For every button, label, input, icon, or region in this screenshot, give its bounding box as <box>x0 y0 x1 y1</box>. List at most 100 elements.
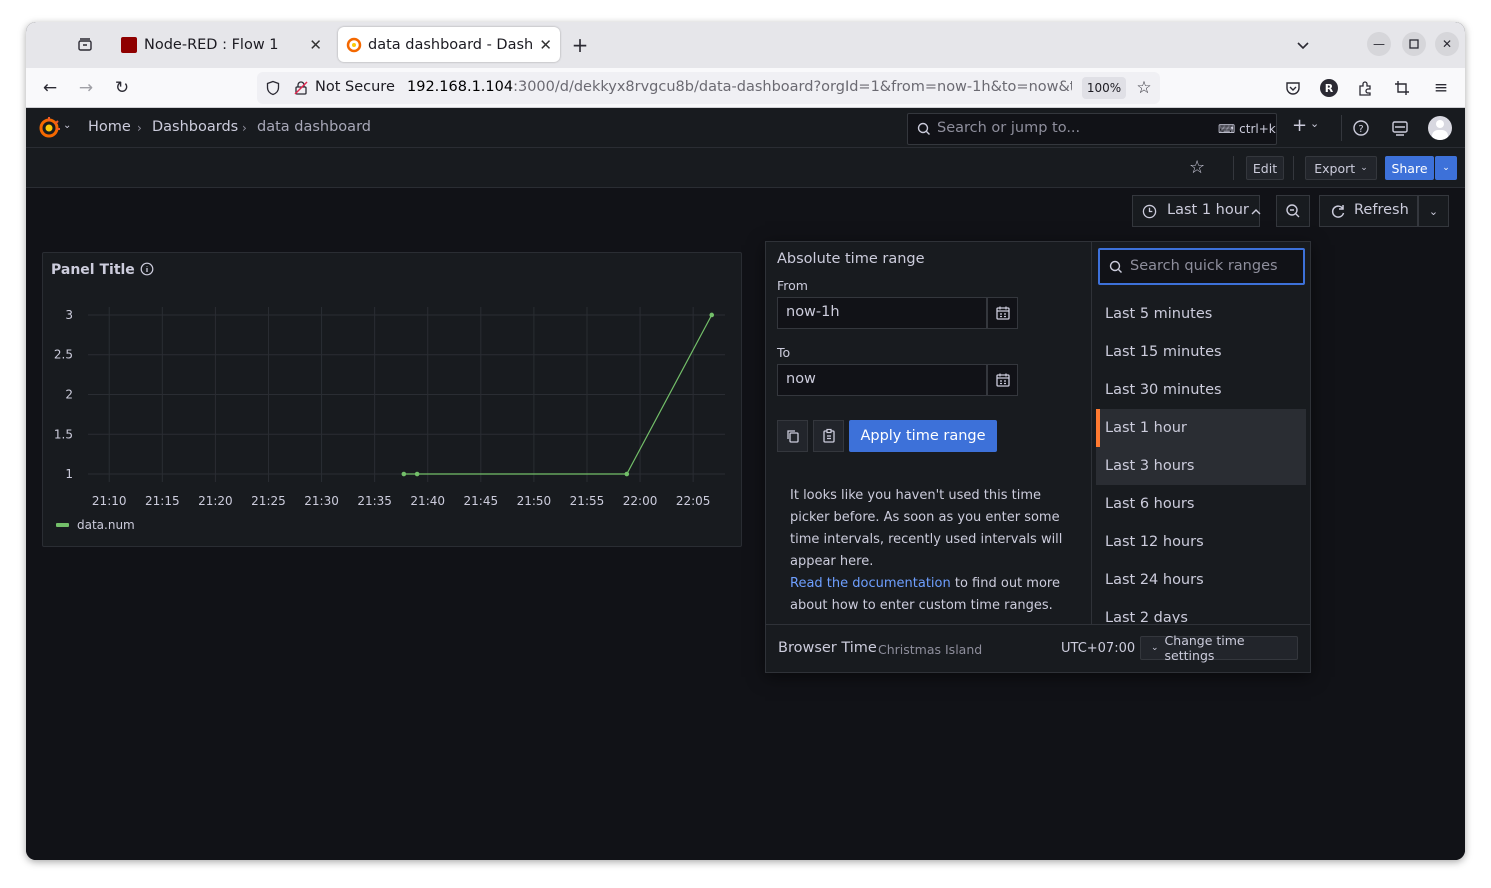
quick-range-last-3-hours[interactable]: Last 3 hours <box>1096 447 1306 485</box>
x-tick-label: 21:55 <box>570 494 605 508</box>
quick-range-last-2-days[interactable]: Last 2 days <box>1096 599 1306 623</box>
zoom-level[interactable]: 100% <box>1082 77 1126 99</box>
close-icon[interactable]: ✕ <box>309 36 322 54</box>
from-input[interactable]: now-1h <box>777 297 987 329</box>
url-bar[interactable]: Not Secure 192.168.1.104:3000/d/dekkyx8r… <box>257 72 1160 104</box>
x-tick-label: 22:05 <box>676 494 711 508</box>
add-new-icon[interactable]: + <box>1292 115 1307 136</box>
quick-search-placeholder: Search quick ranges <box>1130 258 1278 274</box>
zoom-out-icon <box>1286 204 1300 218</box>
time-range-label: Last 1 hour <box>1167 202 1249 218</box>
apply-time-range-button[interactable]: Apply time range <box>849 420 997 452</box>
favorite-star-icon[interactable]: ☆ <box>1189 157 1205 178</box>
tab-list-chevron-icon[interactable] <box>1290 32 1316 58</box>
shield-icon[interactable] <box>265 80 281 96</box>
crop-screenshot-icon[interactable] <box>1389 75 1415 101</box>
grafana-logo-icon[interactable] <box>37 116 61 140</box>
logo-chevron-icon[interactable]: ⌄ <box>63 120 71 131</box>
breadcrumb-dashboards[interactable]: Dashboards <box>152 119 238 135</box>
add-chevron-icon[interactable]: ⌄ <box>1310 117 1319 130</box>
quick-range-last-24-hours[interactable]: Last 24 hours <box>1096 561 1306 599</box>
change-time-settings-button[interactable]: ⌄ Change time settings <box>1140 633 1298 663</box>
not-secure-label: Not Secure <box>315 79 395 95</box>
news-icon[interactable] <box>1391 119 1409 137</box>
dashboard-canvas: Last 1 hour Refresh ⌄ Panel Title 1 1.5 2 2… <box>26 188 1465 860</box>
browser-time-label: Browser Time <box>778 640 877 656</box>
refresh-button[interactable]: Refresh <box>1319 195 1418 227</box>
quick-range-last-5-minutes[interactable]: Last 5 minutes <box>1096 295 1306 333</box>
tab-node-red[interactable]: Node-RED : Flow 1 ✕ <box>114 27 330 62</box>
quick-ranges-search-input[interactable]: Search quick ranges <box>1098 248 1305 285</box>
data-point <box>401 471 407 477</box>
to-input[interactable]: now <box>777 364 987 396</box>
chevron-down-icon: ⌄ <box>1151 643 1159 653</box>
clipboard-icon <box>823 428 835 443</box>
refresh-icon <box>1331 205 1345 218</box>
chevron-down-icon: ⌄ <box>1360 163 1368 173</box>
pocket-icon[interactable] <box>1280 75 1306 101</box>
zoom-out-button[interactable] <box>1276 195 1310 227</box>
export-button[interactable]: Export ⌄ <box>1305 156 1377 180</box>
line-chart[interactable]: 1 1.5 2 2.5 3 21:10 21:15 21:20 21:25 21:30 21:35 2… <box>43 253 743 548</box>
quick-range-last-15-minutes[interactable]: Last 15 minutes <box>1096 333 1306 371</box>
new-tab-icon[interactable]: + <box>567 32 593 58</box>
edit-button[interactable]: Edit <box>1246 156 1284 180</box>
to-calendar-button[interactable] <box>987 364 1018 396</box>
url-text[interactable]: 192.168.1.104:3000/d/dekkyx8rvgcu8b/data… <box>407 79 1072 95</box>
help-icon[interactable]: ? <box>1352 119 1370 137</box>
tab-data-dashboard[interactable]: data dashboard - Dashboard ✕ <box>338 27 560 62</box>
breadcrumb-home[interactable]: Home <box>88 119 131 135</box>
window-close-icon[interactable]: ✕ <box>1435 32 1459 56</box>
refresh-interval-chevron-icon[interactable]: ⌄ <box>1418 195 1449 227</box>
account-icon[interactable]: R <box>1316 75 1342 101</box>
to-value: now <box>786 371 816 387</box>
change-time-settings-label: Change time settings <box>1164 633 1245 663</box>
minimize-icon[interactable]: — <box>1367 32 1391 56</box>
y-tick-label: 3 <box>65 308 73 322</box>
info-body: It looks like you haven't used this time… <box>790 488 1063 569</box>
x-tick-label: 21:10 <box>92 494 127 508</box>
quick-range-last-6-hours[interactable]: Last 6 hours <box>1096 485 1306 523</box>
x-tick-label: 21:20 <box>198 494 233 508</box>
quick-range-last-30-minutes[interactable]: Last 30 minutes <box>1096 371 1306 409</box>
grafana-top-nav: ⌄ Home › Dashboards › data dashboard Sea… <box>26 108 1465 148</box>
quick-range-last-12-hours[interactable]: Last 12 hours <box>1096 523 1306 561</box>
node-red-icon <box>121 36 137 53</box>
x-tick-label: 21:25 <box>251 494 286 508</box>
y-tick-label: 1.5 <box>54 427 73 441</box>
from-calendar-button[interactable] <box>987 297 1018 329</box>
menu-icon[interactable]: ≡ <box>1428 75 1454 101</box>
paste-range-button[interactable] <box>813 420 844 452</box>
maximize-icon[interactable] <box>1402 32 1426 56</box>
tab-overview-icon[interactable] <box>72 32 98 58</box>
documentation-link[interactable]: Read the documentation <box>790 576 951 591</box>
to-label: To <box>777 345 791 360</box>
reload-icon[interactable]: ↻ <box>109 75 135 101</box>
utc-offset: UTC+07:00 <box>1061 641 1136 656</box>
timeseries-panel[interactable]: Panel Title 1 1.5 2 2.5 3 21:10 21:15 21:20 21:2… <box>42 252 742 547</box>
forward-icon[interactable]: → <box>73 75 99 101</box>
picker-footer: Browser Time Christmas Island UTC+07:00 … <box>766 624 1310 672</box>
dashboard-toolbar: ☆ Edit Export ⌄ Share ⌄ <box>26 148 1465 188</box>
url-path: :3000/d/dekkyx8rvgcu8b/data-dashboard?or… <box>513 79 1072 95</box>
calendar-icon <box>996 373 1010 387</box>
quick-range-last-1-hour-selected[interactable]: Last 1 hour <box>1096 409 1306 447</box>
breadcrumb-current: data dashboard <box>257 119 371 135</box>
avatar[interactable] <box>1428 116 1452 140</box>
insecure-lock-icon[interactable] <box>293 80 309 96</box>
copy-range-button[interactable] <box>777 420 808 452</box>
y-tick-label: 2 <box>65 388 73 402</box>
share-button[interactable]: Share <box>1385 156 1434 180</box>
back-icon[interactable]: ← <box>37 75 63 101</box>
chevron-up-icon <box>1251 209 1261 215</box>
time-picker-popover: Absolute time range From now-1h To now A… <box>765 241 1311 673</box>
time-range-picker-button[interactable]: Last 1 hour <box>1132 195 1261 227</box>
extensions-icon[interactable] <box>1352 75 1378 101</box>
search-input[interactable]: Search or jump to... ⌨ ctrl+k <box>907 113 1277 145</box>
share-dropdown-chevron-icon[interactable]: ⌄ <box>1435 156 1457 180</box>
y-tick-label: 2.5 <box>54 348 73 362</box>
close-icon[interactable]: ✕ <box>539 36 552 54</box>
copy-icon <box>787 430 799 443</box>
bookmark-star-icon[interactable]: ☆ <box>1131 75 1157 101</box>
legend-swatch <box>56 523 69 527</box>
